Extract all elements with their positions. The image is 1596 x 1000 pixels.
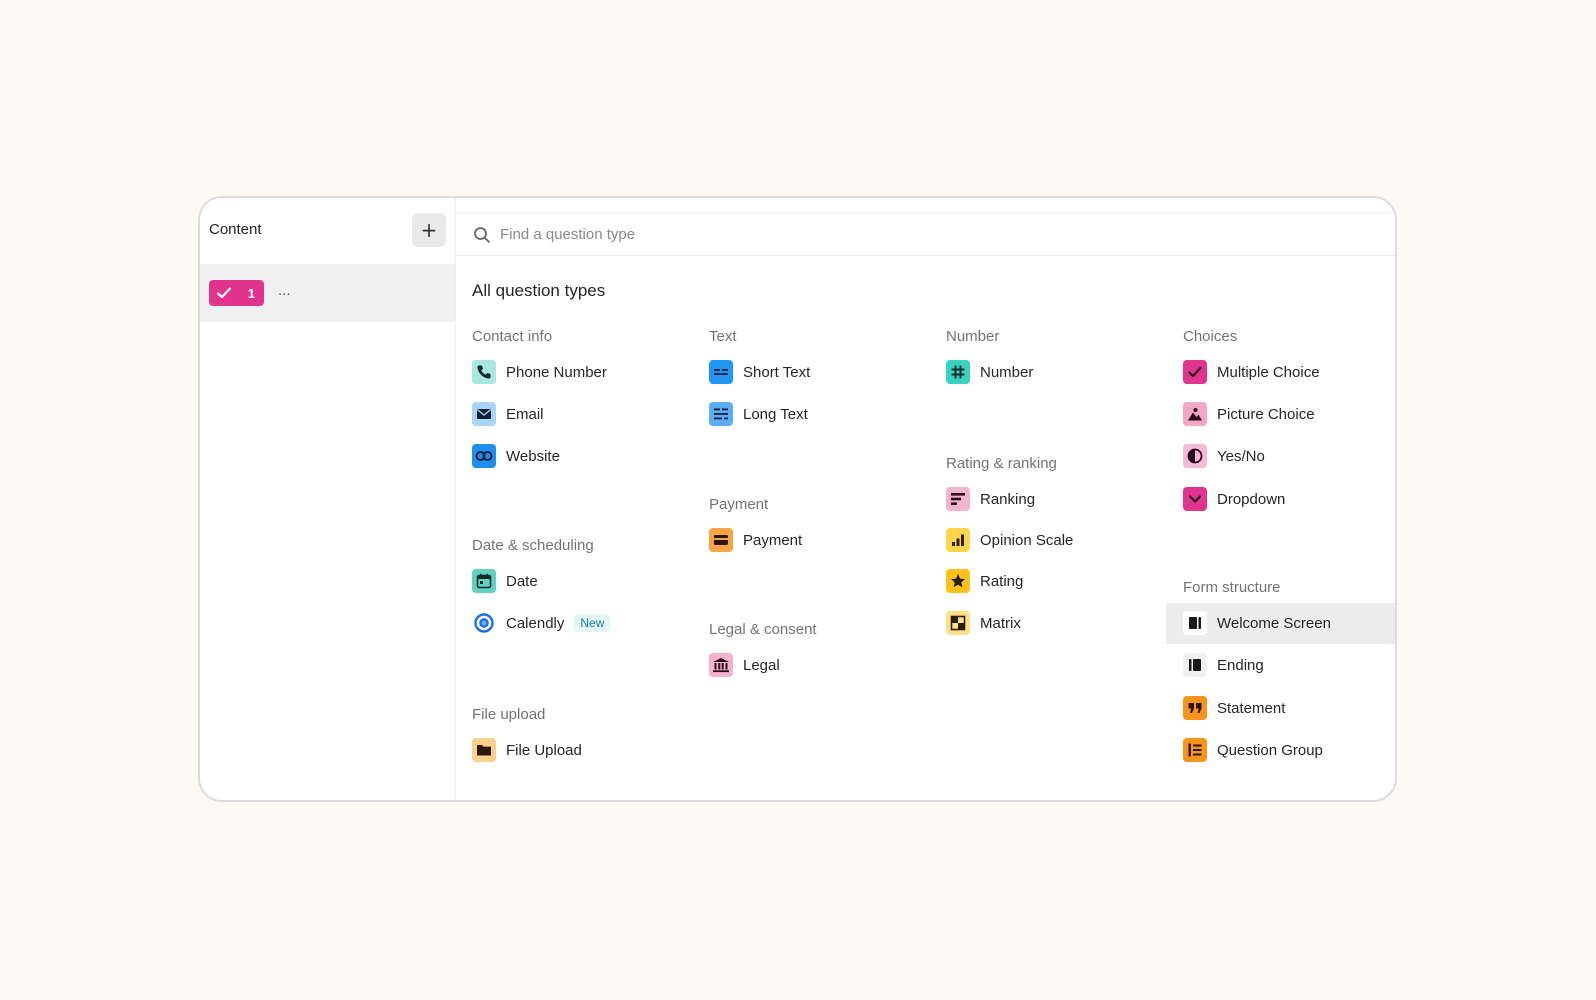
ending-screen-icon <box>1183 653 1207 677</box>
qtype-email[interactable]: Email <box>472 394 544 434</box>
ranking-bars-icon <box>946 487 970 511</box>
check-icon <box>1183 360 1207 384</box>
sidebar-title: Content <box>209 221 262 238</box>
question-type-picker-window: Content + 1 ... All question types Conta… <box>198 196 1397 802</box>
qtype-payment[interactable]: Payment <box>709 520 802 560</box>
qtype-calendly[interactable]: Calendly New <box>472 603 611 643</box>
search-icon <box>474 227 490 243</box>
bank-icon <box>709 653 733 677</box>
qtype-picture-choice[interactable]: Picture Choice <box>1183 394 1315 434</box>
chevron-down-icon <box>1183 487 1207 511</box>
qtype-label: Yes/No <box>1217 447 1265 465</box>
qtype-long-text[interactable]: Long Text <box>709 394 808 434</box>
category-text: Text <box>709 328 737 345</box>
category-file-upload: File upload <box>472 706 546 723</box>
qtype-label: File Upload <box>506 741 582 759</box>
qtype-ranking[interactable]: Ranking <box>946 479 1035 519</box>
search-bar <box>456 212 1395 256</box>
qtype-label: Number <box>980 363 1034 381</box>
qtype-file-upload[interactable]: File Upload <box>472 730 582 770</box>
qtype-statement[interactable]: Statement <box>1183 688 1285 728</box>
qtype-question-group[interactable]: Question Group <box>1183 730 1323 770</box>
bar-chart-icon <box>946 528 970 552</box>
qtype-phone-number[interactable]: Phone Number <box>472 352 607 392</box>
qtype-date[interactable]: Date <box>472 561 538 601</box>
sidebar-header: Content + <box>200 198 455 262</box>
qtype-label: Statement <box>1217 699 1286 717</box>
qtype-rating[interactable]: Rating <box>946 561 1023 601</box>
picture-icon <box>1183 402 1207 426</box>
category-payment: Payment <box>709 496 769 513</box>
question-badge: 1 <box>209 280 264 306</box>
qtype-label: Email <box>506 405 544 423</box>
quote-icon <box>1183 696 1207 720</box>
qtype-label: Welcome Screen <box>1217 614 1331 632</box>
qtype-number[interactable]: Number <box>946 352 1033 392</box>
qtype-label: Legal <box>743 656 780 674</box>
credit-card-icon <box>709 528 733 552</box>
qtype-short-text[interactable]: Short Text <box>709 352 810 392</box>
category-rating-ranking: Rating & ranking <box>946 455 1057 472</box>
calendly-logo-icon <box>472 611 496 635</box>
hash-icon <box>946 360 970 384</box>
qtype-welcome-screen[interactable]: Welcome Screen <box>1183 603 1331 643</box>
category-choices: Choices <box>1183 328 1238 345</box>
half-circle-icon <box>1183 444 1207 468</box>
qtype-label: Ranking <box>980 490 1036 508</box>
qtype-label: Long Text <box>743 405 808 423</box>
envelope-icon <box>472 402 496 426</box>
qtype-label: Website <box>506 447 560 465</box>
category-date-scheduling: Date & scheduling <box>472 537 594 554</box>
qtype-label: Matrix <box>980 614 1021 632</box>
check-icon <box>217 287 231 299</box>
qtype-matrix[interactable]: Matrix <box>946 603 1021 643</box>
content-sidebar: Content + 1 ... <box>200 198 456 800</box>
qtype-label: Picture Choice <box>1217 405 1315 423</box>
star-icon <box>946 569 970 593</box>
question-title-placeholder: ... <box>278 282 291 299</box>
short-text-icon <box>709 360 733 384</box>
long-text-icon <box>709 402 733 426</box>
list-group-icon <box>1183 738 1207 762</box>
qtype-opinion-scale[interactable]: Opinion Scale <box>946 520 1073 560</box>
question-number: 1 <box>247 285 255 301</box>
qtype-ending[interactable]: Ending <box>1183 645 1264 685</box>
sidebar-question-item[interactable]: 1 ... <box>200 264 455 322</box>
category-legal-consent: Legal & consent <box>709 621 817 638</box>
qtype-label: Date <box>506 572 538 590</box>
qtype-label: Short Text <box>743 363 811 381</box>
qtype-label: Payment <box>743 531 803 549</box>
question-types-panel: All question types Contact info Phone Nu… <box>456 198 1395 800</box>
phone-icon <box>472 360 496 384</box>
link-icon <box>472 444 496 468</box>
category-contact-info: Contact info <box>472 328 553 345</box>
matrix-grid-icon <box>946 611 970 635</box>
search-input[interactable] <box>500 221 1100 247</box>
category-form-structure: Form structure <box>1183 579 1281 596</box>
calendar-icon <box>472 569 496 593</box>
qtype-label: Question Group <box>1217 741 1323 759</box>
add-content-button[interactable]: + <box>412 213 446 247</box>
qtype-label: Opinion Scale <box>980 531 1074 549</box>
qtype-label: Dropdown <box>1217 490 1286 508</box>
qtype-multiple-choice[interactable]: Multiple Choice <box>1183 352 1320 392</box>
qtype-website[interactable]: Website <box>472 436 560 476</box>
qtype-legal[interactable]: Legal <box>709 645 780 685</box>
new-badge: New <box>574 614 611 632</box>
qtype-label: Ending <box>1217 656 1264 674</box>
qtype-dropdown[interactable]: Dropdown <box>1183 479 1285 519</box>
qtype-label: Phone Number <box>506 363 607 381</box>
category-number: Number <box>946 328 1000 345</box>
qtype-label: Calendly <box>506 614 565 632</box>
qtype-yes-no[interactable]: Yes/No <box>1183 436 1265 476</box>
welcome-screen-icon <box>1183 611 1207 635</box>
qtype-label: Multiple Choice <box>1217 363 1320 381</box>
panel-title: All question types <box>472 281 606 300</box>
qtype-label: Rating <box>980 572 1024 590</box>
folder-icon <box>472 738 496 762</box>
